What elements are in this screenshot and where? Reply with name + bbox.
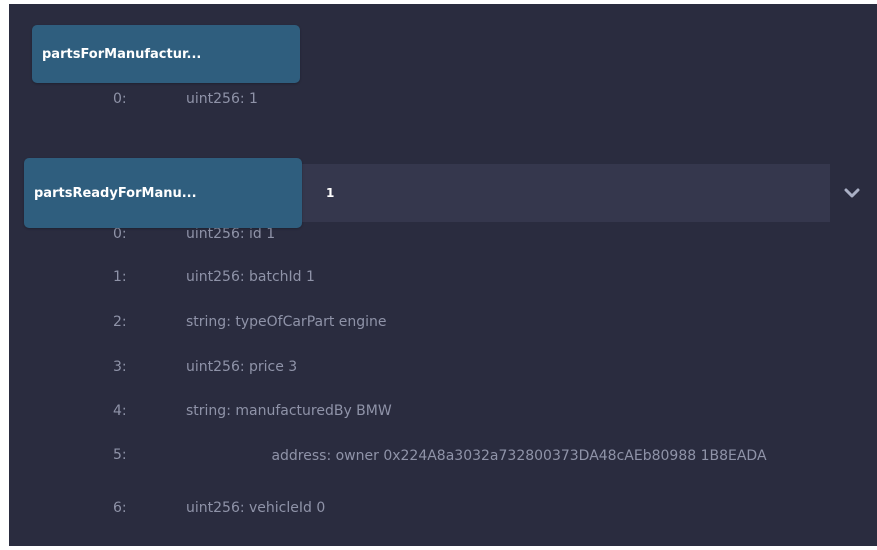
output-index: 1: bbox=[113, 269, 127, 285]
output-value: address: owner 0x224A8a3032a732800373DA4… bbox=[271, 448, 767, 464]
output-value: uint256: vehicleId 0 bbox=[186, 500, 326, 516]
parts-for-manufacturer-button[interactable]: partsForManufactur... bbox=[32, 25, 300, 83]
output-index: 3: bbox=[113, 359, 127, 375]
output-value: uint256: price 3 bbox=[186, 359, 298, 375]
parts-ready-for-manufacturer-button[interactable]: partsReadyForManu... bbox=[24, 158, 302, 228]
output-value: string: typeOfCarPart engine bbox=[186, 314, 387, 330]
output-index: 0: bbox=[113, 226, 127, 242]
output-value: uint256: id 1 bbox=[186, 226, 276, 242]
output-index: 0: bbox=[113, 91, 127, 107]
output-index: 6: bbox=[113, 500, 127, 516]
output-value: uint256: 1 bbox=[186, 91, 258, 107]
output-value: uint256: batchId 1 bbox=[186, 269, 315, 285]
output-index: 2: bbox=[113, 314, 127, 330]
output-index: 5: bbox=[113, 447, 127, 463]
output-value: string: manufacturedBy BMW bbox=[186, 403, 392, 419]
chevron-down-icon[interactable] bbox=[843, 184, 861, 202]
parameter-input[interactable]: 1 bbox=[302, 164, 830, 222]
output-index: 4: bbox=[113, 403, 127, 419]
